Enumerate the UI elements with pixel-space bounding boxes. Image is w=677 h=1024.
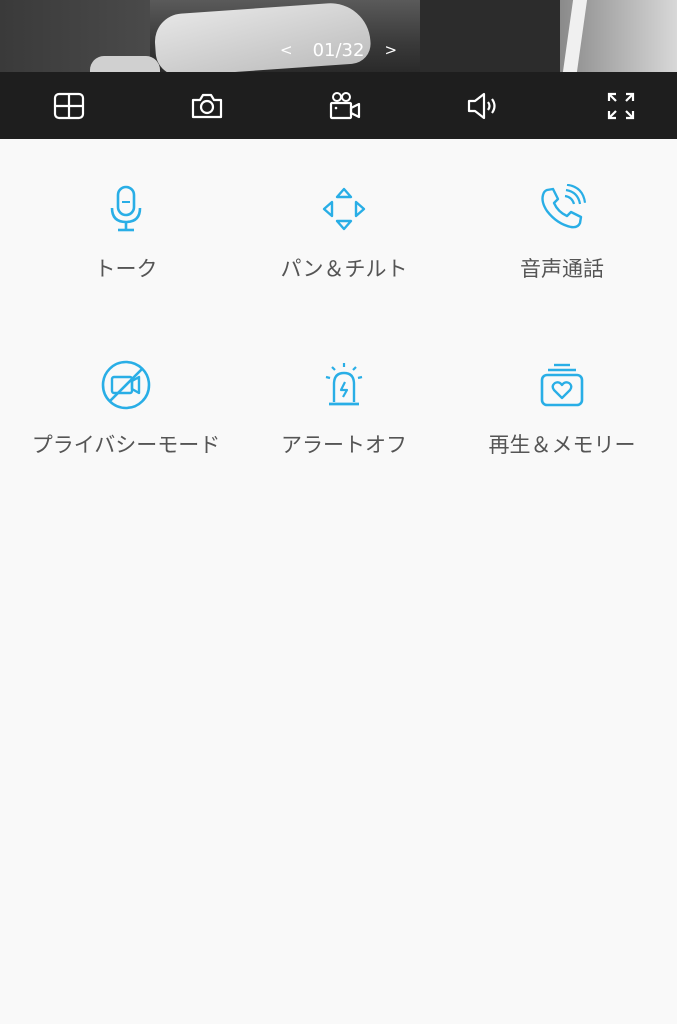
microphone-icon <box>110 185 142 232</box>
fullscreen-icon <box>607 92 635 120</box>
phone-call-icon <box>541 184 587 229</box>
playback-memory-button[interactable]: 再生＆メモリー <box>462 357 662 477</box>
playback-memory-icon <box>540 363 584 407</box>
prev-camera-button[interactable]: < <box>280 41 293 59</box>
alert-off-label: アラートオフ <box>281 433 407 457</box>
speaker-icon <box>467 92 496 120</box>
camera-pager: < 01/32 > <box>0 38 677 62</box>
split-view-button[interactable] <box>52 90 86 122</box>
snapshot-button[interactable] <box>190 90 224 122</box>
talk-button[interactable]: トーク <box>26 181 226 301</box>
privacy-mode-label: プライバシーモード <box>31 433 221 457</box>
privacy-mode-icon <box>101 360 151 410</box>
privacy-mode-button[interactable]: プライバシーモード <box>26 357 226 477</box>
voice-call-label: 音声通話 <box>520 257 604 281</box>
camera-counter: 01/32 <box>312 39 365 61</box>
talk-label: トーク <box>94 257 158 281</box>
next-camera-button[interactable]: > <box>384 41 397 59</box>
fullscreen-button[interactable] <box>604 90 638 122</box>
video-record-icon <box>329 92 361 120</box>
player-toolbar <box>0 72 677 139</box>
camera-live-feed[interactable]: < 01/32 > <box>0 0 677 72</box>
record-button[interactable] <box>328 90 362 122</box>
pan-tilt-icon <box>322 187 366 231</box>
alert-off-button[interactable]: アラートオフ <box>244 357 444 477</box>
sound-button[interactable] <box>466 90 500 122</box>
voice-call-button[interactable]: 音声通話 <box>462 181 662 301</box>
playback-memory-label: 再生＆メモリー <box>488 433 636 457</box>
alarm-light-icon <box>325 363 363 406</box>
pan-tilt-label: パン＆チルト <box>280 257 408 281</box>
camera-snapshot-icon <box>191 93 223 119</box>
pan-tilt-button[interactable]: パン＆チルト <box>244 181 444 301</box>
split-view-icon <box>53 92 85 120</box>
